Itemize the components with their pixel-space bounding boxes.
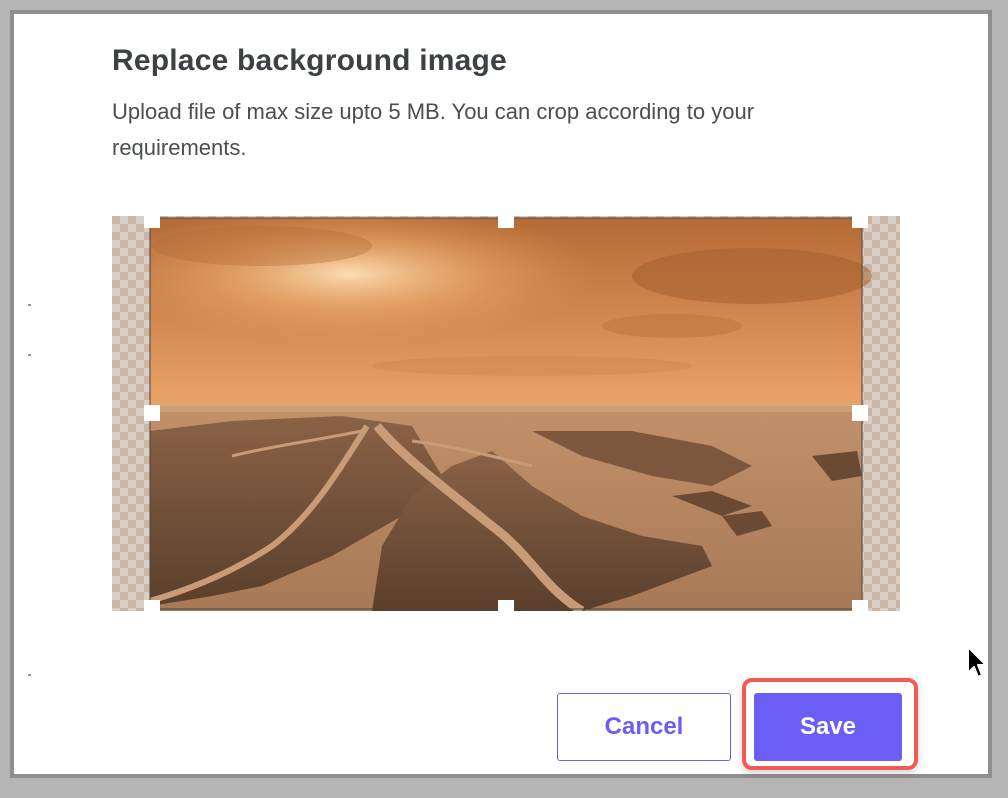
crop-handle-top-left[interactable] xyxy=(144,216,160,228)
crop-handle-bottom-left[interactable] xyxy=(144,600,160,611)
crop-handle-bottom-right[interactable] xyxy=(852,600,868,611)
replace-background-dialog: Replace background image Upload file of … xyxy=(10,10,992,778)
crop-handle-top-right[interactable] xyxy=(852,216,868,228)
cropper-canvas xyxy=(112,216,900,611)
landscape-photo xyxy=(149,218,872,611)
edge-marks xyxy=(28,304,31,676)
crop-handle-middle-left[interactable] xyxy=(144,405,160,421)
image-cropper[interactable] xyxy=(112,216,900,611)
crop-handle-bottom-center[interactable] xyxy=(498,600,514,611)
crop-handle-top-center[interactable] xyxy=(498,216,514,228)
mouse-pointer-icon xyxy=(967,646,987,678)
dialog-description: Upload file of max size upto 5 MB. You c… xyxy=(112,99,755,160)
crop-handle-middle-right[interactable] xyxy=(852,405,868,421)
save-button[interactable]: Save xyxy=(754,693,902,761)
cancel-button[interactable]: Cancel xyxy=(557,693,731,761)
dialog-title: Replace background image xyxy=(112,44,507,77)
